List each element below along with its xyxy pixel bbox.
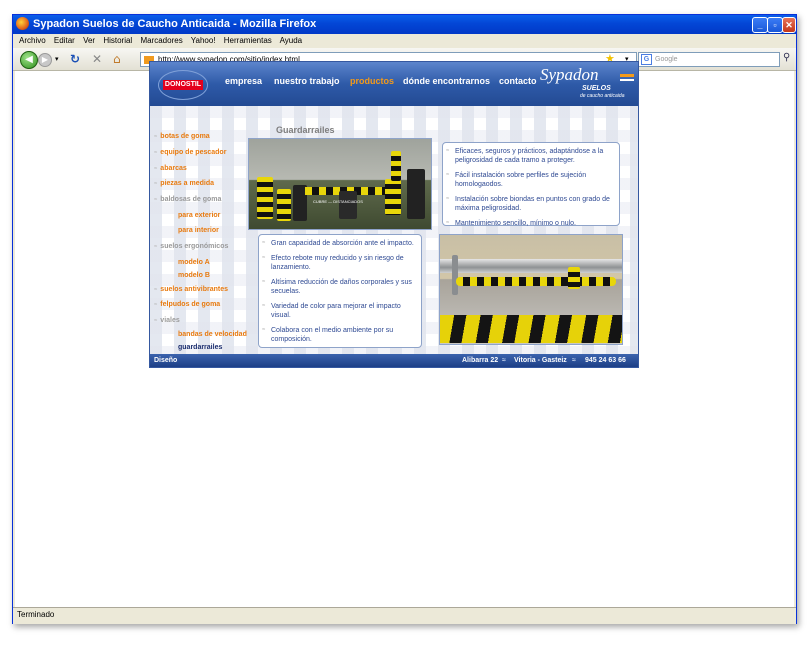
- features-box-1: ≈ Eficaces, seguros y prácticos, adaptánd…: [442, 142, 620, 227]
- sidebar-item-piezas-a-medida[interactable]: ≈ piezas a medida: [154, 180, 214, 187]
- sidebar-item-bandas-de-velocidad[interactable]: bandas de velocidad: [178, 331, 247, 338]
- guardrail-photo-1: CUBRE — DISTANCIADOS: [248, 138, 432, 230]
- sidebar-item-baldosas-de-goma[interactable]: ≈ baldosas de goma: [154, 196, 221, 203]
- site-footer: Diseño Alibarra 22 ≈ Vitoria - Gasteiz ≈…: [150, 354, 638, 367]
- status-text: Terminado: [17, 610, 55, 619]
- photo-post: [452, 255, 458, 295]
- footer-address: Alibarra 22: [462, 357, 499, 364]
- photo-speedbump: [440, 315, 622, 343]
- donostil-logo-text: DONOSTIL: [163, 80, 203, 90]
- logo-swoosh-orange: [620, 74, 634, 77]
- home-icon[interactable]: ⌂: [113, 52, 121, 66]
- sidebar-item-modelo-b[interactable]: modelo B: [178, 272, 210, 279]
- maximize-button[interactable]: ▫: [767, 17, 783, 33]
- google-icon[interactable]: G: [641, 54, 652, 65]
- list-item: ≈ Mantenimiento sencillo, mínimo o nulo.: [446, 220, 577, 227]
- list-item: ≈ Altísima reducción de daños corporales …: [262, 279, 412, 295]
- footer-separator-icon: ≈: [572, 357, 576, 364]
- photo-caption: CUBRE — DISTANCIADOS: [313, 199, 363, 204]
- nav-nuestro-trabajo[interactable]: nuestro trabajo: [274, 76, 340, 86]
- close-button[interactable]: ✕: [782, 17, 796, 33]
- minimize-button[interactable]: _: [752, 17, 768, 33]
- sidebar-item-abarcas[interactable]: ≈ abarcas: [154, 165, 187, 172]
- menu-herramientas[interactable]: Herramientas: [224, 36, 272, 45]
- photo-bar: [456, 277, 616, 286]
- footer-diseno[interactable]: Diseño: [154, 354, 177, 367]
- sidebar-item-equipo-de-pescador[interactable]: ≈ equipo de pescador: [154, 149, 226, 156]
- sidebar-item-suelos-antivibrantes[interactable]: ≈ suelos antivibrantes: [154, 286, 228, 293]
- list-item: ≈ Variedad de color para mejorar el impac…: [262, 303, 401, 319]
- sidebar-item-guardarrailes[interactable]: guardarrailes: [178, 344, 222, 351]
- features-box-2: ≈ Gran capacidad de absorción ante el imp…: [258, 234, 422, 348]
- nav-productos[interactable]: productos: [350, 76, 394, 86]
- menu-historial[interactable]: Historial: [103, 36, 132, 45]
- title-bar: Sypadon Suelos de Caucho Anticaida - Moz…: [13, 15, 796, 34]
- sidebar-item-viales[interactable]: ≈ viales: [154, 317, 180, 324]
- menu-ayuda[interactable]: Ayuda: [280, 36, 303, 45]
- sidebar-item-modelo-a[interactable]: modelo A: [178, 259, 210, 266]
- menu-marcadores[interactable]: Marcadores: [140, 36, 182, 45]
- menu-editar[interactable]: Editar: [54, 36, 75, 45]
- photo-post: [568, 267, 580, 289]
- forward-button[interactable]: ▶: [38, 53, 52, 67]
- footer-separator-icon: ≈: [502, 357, 506, 364]
- guardrail-photo-2: [439, 234, 623, 345]
- search-input[interactable]: G Google: [638, 52, 780, 67]
- nav-contacto[interactable]: contacto: [499, 76, 537, 86]
- photo-post: [385, 179, 401, 215]
- site-header: DONOSTIL empresa nuestro trabajo product…: [150, 62, 638, 106]
- nav-empresa[interactable]: empresa: [225, 76, 262, 86]
- sidebar-item-suelos-ergonomicos[interactable]: ≈ suelos ergonómicos: [154, 243, 228, 250]
- sidebar-item-para-interior[interactable]: para interior: [178, 227, 219, 234]
- menu-ver[interactable]: Ver: [83, 36, 95, 45]
- sidebar-item-para-exterior[interactable]: para exterior: [178, 212, 220, 219]
- logo-swoosh-white: [620, 79, 634, 81]
- page-title: Guardarrailes: [276, 125, 335, 135]
- menu-archivo[interactable]: Archivo: [19, 36, 46, 45]
- search-icon[interactable]: ⚲: [783, 52, 790, 63]
- footer-city: Vitoria - Gasteiz: [514, 357, 567, 364]
- back-button[interactable]: ◀: [20, 51, 38, 69]
- sidebar-item-felpudos-de-goma[interactable]: ≈ felpudos de goma: [154, 301, 220, 308]
- sypadon-sub: de caucho anticaida: [580, 93, 625, 99]
- photo-post: [257, 177, 273, 219]
- reload-icon[interactable]: ↻: [70, 52, 80, 66]
- history-dropdown-icon[interactable]: ▾: [55, 55, 59, 63]
- photo-rail: [440, 259, 622, 273]
- footer-phone: 945 24 63 66: [585, 357, 626, 364]
- list-item: ≈ Efecto rebote muy reducido y sin riesgo…: [262, 255, 404, 271]
- list-item: ≈ Eficaces, seguros y prácticos, adaptánd…: [446, 148, 604, 164]
- photo-post: [407, 169, 425, 219]
- website-frame: DONOSTIL empresa nuestro trabajo product…: [149, 61, 639, 368]
- stop-icon[interactable]: ✕: [92, 52, 102, 66]
- menu-yahoo[interactable]: Yahoo!: [191, 36, 216, 45]
- photo-post: [339, 191, 357, 219]
- sypadon-brand: Sypadon: [540, 65, 599, 84]
- list-item: ≈ Gran capacidad de absorción ante el imp…: [262, 240, 414, 247]
- sypadon-logo[interactable]: Sypadon SUELOS de caucho anticaida: [540, 65, 636, 99]
- window-title: Sypadon Suelos de Caucho Anticaida - Moz…: [33, 18, 317, 30]
- photo-post: [391, 151, 401, 181]
- donostil-logo[interactable]: DONOSTIL: [158, 70, 208, 100]
- firefox-icon: [16, 17, 29, 30]
- sidebar-item-botas-de-goma[interactable]: ≈ botas de goma: [154, 133, 210, 140]
- search-placeholder: Google: [655, 56, 678, 63]
- list-item: ≈ Instalación sobre biondas en puntos con…: [446, 196, 610, 212]
- sypadon-suelos: SUELOS: [582, 85, 611, 92]
- nav-donde-encontrarnos[interactable]: dónde encontrarnos: [403, 76, 490, 86]
- list-item: ≈ Fácil instalación sobre perfiles de suj…: [446, 172, 587, 188]
- list-item: ≈ Colabora con el medio ambiente por su c…: [262, 327, 394, 343]
- photo-post: [277, 189, 291, 221]
- status-bar: Terminado: [13, 607, 796, 624]
- menu-bar: Archivo Editar Ver Historial Marcadores …: [13, 34, 796, 48]
